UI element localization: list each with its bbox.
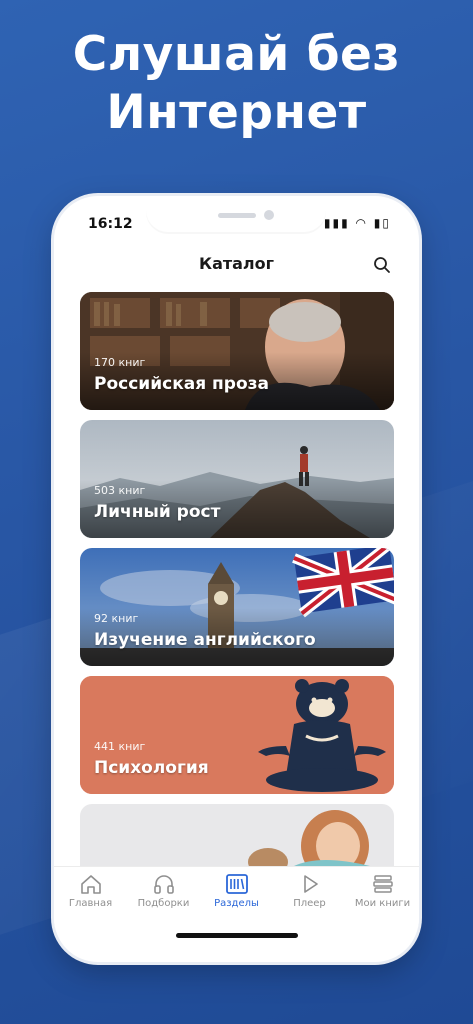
catalog-card-psychology[interactable]: 441 книг Психология — [80, 676, 394, 794]
card-book-count: 503 книг — [94, 484, 146, 497]
status-icons: ▮▮▮ ◠ ▮▯ — [323, 216, 391, 230]
tab-sections[interactable]: Разделы — [200, 867, 273, 927]
tab-player[interactable]: Плеер — [273, 867, 346, 927]
speaker — [218, 213, 256, 218]
search-icon[interactable] — [373, 256, 391, 274]
catalog-card-russian-prose[interactable]: 170 книг Российская проза — [80, 292, 394, 410]
tab-my-books[interactable]: Мои книги — [346, 867, 419, 927]
promo-line-2: Интернет — [106, 85, 367, 140]
books-stack-icon — [372, 875, 393, 893]
tab-collections[interactable]: Подборки — [127, 867, 200, 927]
catalog-card-partial[interactable] — [80, 804, 394, 866]
home-indicator — [176, 933, 298, 938]
headphones-icon — [153, 875, 174, 894]
card-title: Российская проза — [94, 374, 269, 394]
page-title: Каталог — [198, 254, 274, 273]
tab-label: Мои книги — [354, 898, 411, 909]
promo-headline: Слушай без Интернет — [0, 26, 473, 142]
home-icon — [80, 875, 101, 894]
status-time: 16:12 — [88, 216, 133, 232]
camera — [264, 210, 274, 220]
catalog-card-english-learning[interactable]: 92 книг Изучение английского — [80, 548, 394, 666]
phone-notch — [146, 196, 326, 232]
card-title: Изучение английского — [94, 630, 316, 650]
card-title: Психология — [94, 758, 209, 778]
card-title: Личный рост — [94, 502, 221, 522]
tab-label: Главная — [68, 898, 113, 909]
tab-label: Плеер — [293, 898, 326, 909]
card-book-count: 170 книг — [94, 356, 146, 369]
tab-home[interactable]: Главная — [54, 867, 127, 927]
card-image-mother-child — [80, 804, 394, 866]
promo-line-1: Слушай без — [72, 27, 401, 82]
tab-label: Подборки — [137, 898, 190, 909]
card-book-count: 441 книг — [94, 740, 146, 753]
card-book-count: 92 книг — [94, 612, 139, 625]
play-icon — [303, 875, 318, 893]
catalog-card-personal-growth[interactable]: 503 книг Личный рост — [80, 420, 394, 538]
bottom-tab-bar: Главная Подборки Разделы Плеер Мои книги — [54, 866, 419, 927]
tab-label: Разделы — [214, 898, 259, 909]
shelves-icon — [225, 874, 248, 894]
phone-frame: 16:12 ▮▮▮ ◠ ▮▯ Каталог 170 книг Российск… — [54, 196, 419, 962]
